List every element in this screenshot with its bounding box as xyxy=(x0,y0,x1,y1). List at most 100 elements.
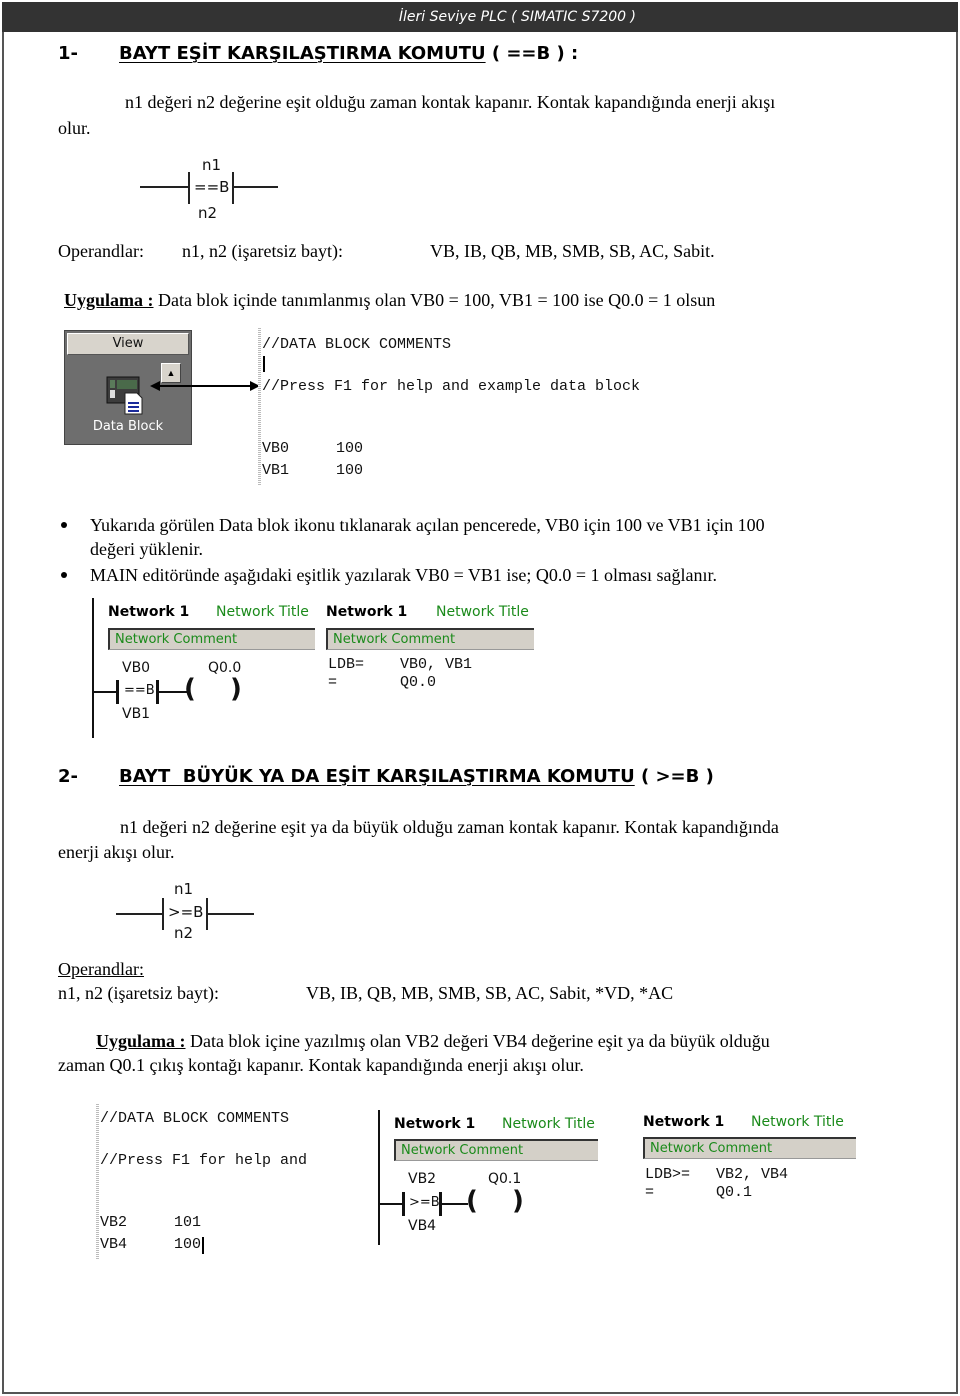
data-block-label: Data Block xyxy=(92,419,164,434)
network-comment[interactable]: Network Comment xyxy=(326,628,534,650)
coil-right-icon: ) xyxy=(512,1186,524,1216)
network-title: Network Title xyxy=(751,1114,844,1130)
power-rail xyxy=(378,1110,380,1245)
network-title: Network Title xyxy=(436,604,529,620)
db-comment-2: //Press F1 for help and xyxy=(100,1152,308,1169)
symbol-n2: n2 xyxy=(198,204,218,222)
db-comment-1: //DATA BLOCK COMMENTS xyxy=(262,336,452,353)
ladder-network-1[interactable]: Network 1 Network Title Network Comment … xyxy=(90,598,315,738)
coil-right-icon: ) xyxy=(230,674,242,704)
db-row-value: 100 xyxy=(174,1236,202,1253)
contact-left-bar xyxy=(162,898,164,930)
view-button[interactable]: View xyxy=(67,333,189,355)
network-comment[interactable]: Network Comment xyxy=(643,1137,856,1159)
network-label: Network 1 xyxy=(643,1114,725,1130)
description-line-1: n1 değeri n2 değerine eşit ya da büyük o… xyxy=(120,817,779,837)
operands-label: Operandlar: xyxy=(58,241,144,261)
text-cursor xyxy=(202,1237,204,1254)
section-number: 2- xyxy=(58,766,78,787)
coil-left-icon: ( xyxy=(184,674,196,704)
header-title: İleri Seviye PLC ( SIMATIC S7200 ) xyxy=(398,9,636,25)
stl-network-2[interactable]: Network 1 Network Title Network Comment … xyxy=(643,1108,858,1208)
network-label: Network 1 xyxy=(326,604,408,620)
section-2-heading: 2- BAYT BÜYÜK YA DA EŞİT KARŞILAŞTIRMA K… xyxy=(58,766,838,792)
stl-network-1[interactable]: Network 1 Network Title Network Comment … xyxy=(326,598,536,698)
stl-args: VB0, VB1 xyxy=(400,656,473,673)
section-title-suffix: ( >=B ) xyxy=(634,766,714,787)
section-title-suffix: ( ==B ) : xyxy=(485,43,579,64)
stl-op: LDB= xyxy=(328,656,365,673)
contact-operator: >=B xyxy=(409,1195,440,1210)
coil-left-icon: ( xyxy=(466,1186,478,1216)
section-number: 1- xyxy=(58,43,78,64)
section-1-heading: 1- BAYT EŞİT KARŞILAŞTIRMA KOMUTU ( ==B … xyxy=(58,43,758,69)
contact-top-operand: VB0 xyxy=(122,660,151,676)
contact-bar xyxy=(116,680,119,704)
symbol-n1: n1 xyxy=(202,156,222,174)
application-label: Uygulama : xyxy=(64,290,154,310)
contact-bar xyxy=(402,1192,405,1216)
application-line: Uygulama : Data blok içinde tanımlanmış … xyxy=(64,288,715,312)
page-header: İleri Seviye PLC ( SIMATIC S7200 ) xyxy=(2,2,958,32)
symbol-operator: ==B xyxy=(194,178,230,196)
section-title: BAYT EŞİT KARŞILAŞTIRMA KOMUTU xyxy=(119,43,486,64)
stl-args: VB2, VB4 xyxy=(716,1166,789,1183)
wire xyxy=(380,1203,402,1205)
stl-op: LDB>= xyxy=(645,1166,691,1183)
network-label: Network 1 xyxy=(108,604,190,620)
ladder-network-2[interactable]: Network 1 Network Title Network Comment … xyxy=(376,1110,598,1248)
bullet-marker xyxy=(61,522,67,528)
left-wire xyxy=(116,913,162,915)
power-rail xyxy=(92,598,94,738)
db-row-value: 100 xyxy=(336,440,364,457)
bullet-2: MAIN editöründe aşağıdaki eşitlik yazıla… xyxy=(90,565,718,585)
application-label: Uygulama : xyxy=(96,1031,186,1051)
db-comment-1: //DATA BLOCK COMMENTS xyxy=(100,1110,290,1127)
operands-type: n1, n2 (işaretsiz bayt): xyxy=(58,983,219,1003)
db-row-name: VB4 xyxy=(100,1236,128,1253)
operands-type: n1, n2 (işaretsiz bayt): xyxy=(182,241,343,261)
db-row-name: VB2 xyxy=(100,1214,128,1231)
network-comment[interactable]: Network Comment xyxy=(394,1139,598,1161)
network-comment[interactable]: Network Comment xyxy=(108,628,315,650)
bullet-marker xyxy=(61,572,67,578)
application-text: Data blok içine yazılmış olan VB2 değeri… xyxy=(185,1031,770,1051)
left-wire xyxy=(140,186,188,188)
stl-op: = xyxy=(328,674,338,691)
network-title: Network Title xyxy=(502,1116,595,1132)
db-row-value: 101 xyxy=(174,1214,202,1231)
wire xyxy=(159,691,187,693)
symbol-operator: >=B xyxy=(168,903,204,921)
data-block-glyph-icon xyxy=(106,376,143,415)
symbol-n1: n1 xyxy=(174,880,194,898)
description-line-2: enerji akışı olur. xyxy=(58,842,175,862)
right-wire xyxy=(234,186,278,188)
wire xyxy=(94,691,116,693)
bullet-1-line-2: değeri yüklenir. xyxy=(90,539,203,559)
data-block-icon[interactable] xyxy=(105,375,149,415)
contact-bottom-operand: VB4 xyxy=(408,1218,437,1234)
right-wire xyxy=(208,913,254,915)
editor-gutter xyxy=(258,328,261,486)
double-arrow-icon xyxy=(150,381,260,391)
contact-right-bar xyxy=(232,172,234,204)
operands-label: Operandlar: xyxy=(58,959,144,979)
compare-contact-symbol: n1 >=B n2 xyxy=(116,880,276,950)
contact-bottom-operand: VB1 xyxy=(122,706,151,722)
application-line-1: Uygulama : Data blok içine yazılmış olan… xyxy=(96,1029,770,1053)
contact-operator: ==B xyxy=(124,683,155,698)
data-block-editor-2[interactable]: //DATA BLOCK COMMENTS //Press F1 for hel… xyxy=(100,1104,350,1259)
contact-top-operand: VB2 xyxy=(408,1171,437,1187)
text-cursor xyxy=(263,356,265,372)
compare-contact-symbol: n1 ==B n2 xyxy=(140,156,300,228)
stl-args: Q0.0 xyxy=(400,674,437,691)
operands-list: VB, IB, QB, MB, SMB, SB, AC, Sabit. xyxy=(430,241,715,261)
section-title: BAYT BÜYÜK YA DA EŞİT KARŞILAŞTIRMA KOMU… xyxy=(119,766,635,787)
application-line-2: zaman Q0.1 çıkış kontağı kapanır. Kontak… xyxy=(58,1055,584,1075)
network-title: Network Title xyxy=(216,604,309,620)
stl-args: Q0.1 xyxy=(716,1184,753,1201)
data-block-editor-1[interactable]: //DATA BLOCK COMMENTS //Press F1 for hel… xyxy=(262,328,722,486)
description-line-2: olur. xyxy=(58,118,91,138)
stl-op: = xyxy=(645,1184,655,1201)
db-row-name: VB1 xyxy=(262,462,290,479)
